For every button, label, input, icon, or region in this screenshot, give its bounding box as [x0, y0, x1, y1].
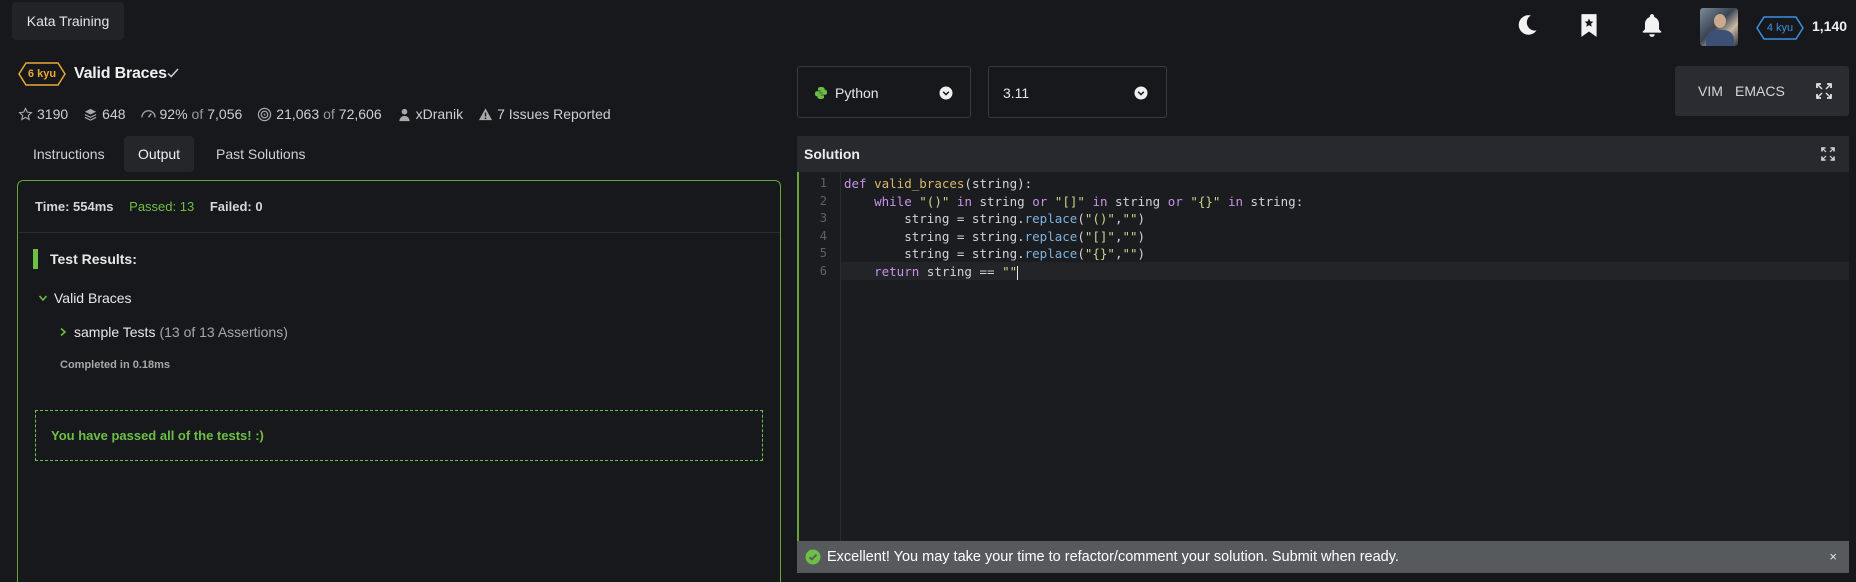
success-toast: Excellent! You may take your time to ref…	[797, 541, 1849, 573]
test-group-valid-braces[interactable]: Valid Braces	[38, 290, 132, 306]
honor-score: 1,140	[1812, 18, 1848, 34]
fullscreen-icon[interactable]	[1799, 66, 1849, 116]
line-number: 1	[819, 176, 827, 190]
bell-icon[interactable]	[1639, 12, 1665, 38]
target-icon	[258, 107, 272, 121]
chevron-down-circle-icon	[939, 86, 953, 100]
warning-icon	[479, 107, 493, 120]
test-assertions: (13 of 13 Assertions)	[159, 324, 288, 340]
line-number: 6	[819, 264, 827, 278]
close-icon[interactable]: ×	[1829, 541, 1837, 573]
tab-output[interactable]: Output	[124, 136, 195, 172]
check-circle-icon	[805, 549, 821, 565]
keymap-vim-button[interactable]: VIM	[1698, 83, 1723, 99]
chevron-down-icon	[38, 295, 48, 302]
user-icon	[398, 108, 410, 121]
test-group-label: Valid Braces	[54, 290, 132, 306]
test-results-title: Test Results:	[33, 249, 137, 269]
completions-stat: 21,063 of 72,606	[257, 106, 382, 122]
python-icon	[815, 87, 827, 99]
test-summary: Time: 554ms Passed: 13 Failed: 0	[18, 181, 780, 233]
check-icon	[166, 66, 180, 80]
version-label: 3.11	[1003, 85, 1030, 101]
collections-stat[interactable]: 648	[83, 106, 126, 122]
time-label: Time: 554ms	[35, 199, 114, 214]
code-line: string = string.replace("[]","")	[844, 229, 1146, 244]
line-number: 4	[819, 229, 827, 243]
code-line: string = string.replace("()","")	[844, 211, 1146, 226]
version-select[interactable]: 3.11	[988, 66, 1167, 118]
solution-title: Solution	[804, 146, 860, 162]
kata-stats: 3190 648 92% of 7,056 21,063 of 72,606 x…	[18, 104, 626, 124]
moon-icon[interactable]	[1514, 12, 1540, 38]
kata-training-button[interactable]: Kata Training	[12, 2, 124, 40]
tab-instructions[interactable]: Instructions	[19, 136, 119, 172]
line-number: 5	[819, 246, 827, 260]
kata-title: Valid Braces	[74, 65, 167, 82]
author-stat[interactable]: xDranik	[397, 106, 463, 122]
line-number: 3	[819, 211, 827, 225]
language-label: Python	[835, 85, 879, 101]
code-line: string = string.replace("{}","")	[844, 246, 1146, 261]
star-icon	[18, 106, 33, 121]
language-select[interactable]: Python	[797, 66, 971, 118]
code-editor[interactable]: 1 2 3 4 5 6 def valid_braces(string): wh…	[797, 172, 1849, 542]
code-line: def valid_braces(string):	[844, 176, 1033, 191]
code-line: return string == ""	[874, 264, 1019, 280]
output-panel: Time: 554ms Passed: 13 Failed: 0 Test Re…	[17, 180, 781, 582]
top-bar: Kata Training 4 kyu 1,140	[0, 0, 1856, 46]
test-sample-tests[interactable]: sample Tests (13 of 13 Assertions)	[58, 324, 288, 340]
kyu-badge: 6 kyu	[18, 62, 66, 86]
chevron-down-circle-icon	[1134, 86, 1148, 100]
test-name: sample Tests	[74, 324, 156, 340]
stars-stat[interactable]: 3190	[18, 106, 68, 122]
solution-header: Solution	[797, 136, 1849, 172]
passed-count: Passed: 13	[129, 199, 195, 214]
expand-icon[interactable]	[1821, 147, 1835, 161]
satisfaction-stat: 92% of 7,056	[140, 106, 242, 122]
issues-stat[interactable]: 7 Issues Reported	[478, 106, 611, 122]
chevron-right-icon	[60, 327, 67, 337]
keymap-emacs-button[interactable]: EMACS	[1735, 83, 1785, 99]
toast-message: Excellent! You may take your time to ref…	[827, 549, 1399, 565]
text-cursor	[1017, 265, 1019, 280]
line-number: 2	[819, 194, 827, 208]
satisfaction-icon	[140, 109, 156, 118]
passed-message: You have passed all of the tests! :)	[35, 410, 763, 461]
avatar[interactable]	[1700, 8, 1738, 46]
layers-icon	[84, 108, 97, 121]
tab-past-solutions[interactable]: Past Solutions	[202, 136, 320, 172]
bookmark-star-icon[interactable]	[1576, 12, 1602, 38]
code-line: while "()" in string or "[]" in string o…	[874, 194, 1304, 209]
failed-count: Failed: 0	[209, 199, 263, 214]
rank-badge[interactable]: 4 kyu	[1756, 16, 1804, 40]
completed-time: Completed in 0.18ms	[60, 359, 171, 371]
line-number-gutter: 1 2 3 4 5 6	[799, 172, 841, 542]
